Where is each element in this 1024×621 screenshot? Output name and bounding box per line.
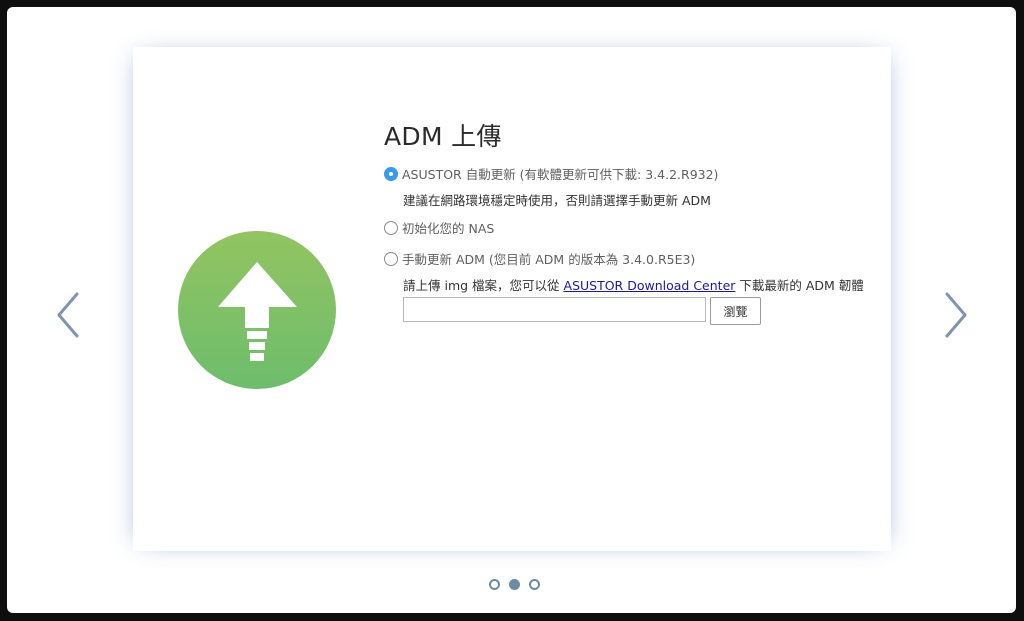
option-manual-update[interactable]: 手動更新 ADM (您目前 ADM 的版本為 3.4.0.R5E3) — [384, 249, 695, 268]
option-initialize[interactable]: 初始化您的 NAS — [384, 218, 494, 237]
manual-note-suffix: 下載最新的 ADM 韌體 — [735, 278, 864, 293]
manual-update-radio[interactable] — [384, 251, 398, 266]
page-dot-3[interactable] — [529, 579, 540, 590]
file-path-input[interactable] — [403, 297, 706, 322]
page-dot-2[interactable] — [509, 579, 520, 590]
initialize-label: 初始化您的 NAS — [402, 221, 495, 236]
auto-update-radio[interactable] — [384, 166, 398, 181]
download-center-link[interactable]: ASUSTOR Download Center — [564, 278, 736, 293]
page-indicator — [489, 579, 540, 590]
auto-update-label: ASUSTOR 自動更新 (有軟體更新可供下載: 3.4.2.R932) — [402, 167, 719, 182]
setup-window: ADM 上傳 ASUSTOR 自動更新 (有軟體更新可供下載: 3.4.2.R9… — [7, 7, 1016, 613]
chevron-right-icon[interactable] — [937, 290, 971, 340]
browse-button[interactable]: 瀏覽 — [710, 297, 761, 325]
manual-note-prefix: 請上傳 img 檔案，您可以從 — [403, 278, 564, 293]
chevron-left-icon[interactable] — [53, 290, 87, 340]
dialog-title: ADM 上傳 — [384, 122, 502, 151]
manual-update-label: 手動更新 ADM (您目前 ADM 的版本為 3.4.0.R5E3) — [402, 252, 696, 267]
initialize-radio[interactable] — [384, 220, 398, 235]
upload-arrow-icon — [178, 231, 336, 389]
manual-update-note: 請上傳 img 檔案，您可以從 ASUSTOR Download Center … — [403, 275, 864, 294]
option-auto-update[interactable]: ASUSTOR 自動更新 (有軟體更新可供下載: 3.4.2.R932) — [384, 164, 718, 183]
page-dot-1[interactable] — [489, 579, 500, 590]
auto-update-note: 建議在網路環境穩定時使用，否則請選擇手動更新 ADM — [403, 193, 711, 208]
